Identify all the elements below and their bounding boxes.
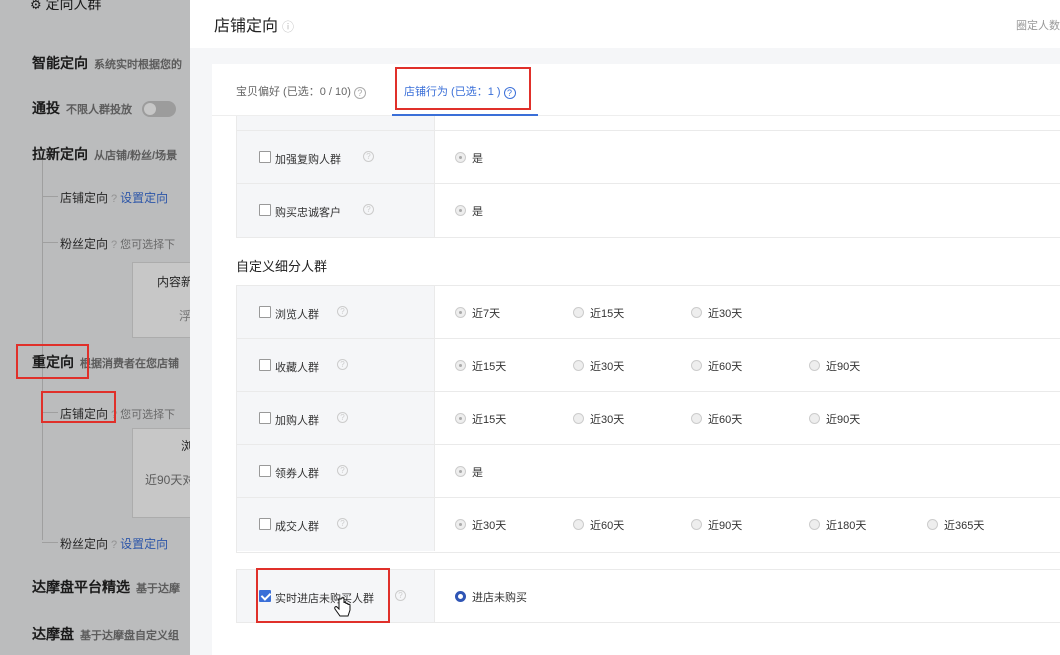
option-radio[interactable]: 近60天 — [691, 411, 742, 427]
option-radio[interactable]: 近30天 — [691, 305, 742, 321]
store-behavior-table: 加强复购人群 ? 是 购买忠诚客户 ? 是 — [236, 116, 1060, 238]
table-row: 实时进店未购买人群 ? 进店未购买 — [237, 570, 1060, 622]
target-card: 宝贝偏好 (已选：0 / 10)? 店铺行为 (已选：1 )? 加强复购人群 ?… — [212, 64, 1060, 655]
loyal-customer-checkbox[interactable] — [259, 204, 271, 216]
help-icon: ? — [111, 193, 118, 205]
store-target-set-link[interactable]: 设置定向 — [120, 191, 168, 205]
left-config-panel: ⚙ 定向人群 智能定向 系统实时根据您的 通投 不限人群投放 拉新定向 从店铺/粉丝/… — [0, 0, 202, 655]
help-icon: ? — [353, 87, 366, 99]
help-icon: ? — [363, 204, 374, 215]
retarget-fans-set-link[interactable]: 设置定向 — [120, 537, 168, 551]
option-radio[interactable]: 近365天 — [927, 517, 984, 533]
realtime-table: 实时进店未购买人群 ? 进店未购买 — [236, 569, 1060, 623]
add-cart-checkbox[interactable] — [259, 412, 271, 424]
store-target-drawer: 店铺定向 ⓘ 圈定人数 宝贝偏好 (已选：0 / 10)? 店铺行为 (已选：1 … — [190, 0, 1060, 655]
help-icon: ? — [337, 306, 348, 317]
option-radio[interactable]: 近90天 — [809, 411, 860, 427]
general-target-row[interactable]: 通投 不限人群投放 — [32, 98, 176, 118]
repurchase-checkbox[interactable] — [259, 151, 271, 163]
option-radio[interactable]: 是 — [455, 203, 483, 219]
table-row: 领券人群 ? 是 — [237, 445, 1060, 498]
table-row: 购买忠诚客户 ? 是 — [237, 184, 1060, 237]
option-radio[interactable]: 近30天 — [455, 517, 506, 533]
realtime-checkbox[interactable] — [259, 590, 271, 602]
retarget-fans-item: 粉丝定向? 设置定向 — [60, 537, 169, 551]
fans-target-item: 粉丝定向? 您可选择下 — [60, 237, 176, 251]
coupon-checkbox[interactable] — [259, 465, 271, 477]
help-icon: ? — [337, 359, 348, 370]
custom-segment-table: 浏览人群 ? 近7天 近15天 近30天 收藏人群 ? 近15天 近30天 近6… — [236, 285, 1060, 553]
drawer-header: 店铺定向 ⓘ 圈定人数 — [190, 0, 1060, 48]
realtime-option-radio[interactable]: 进店未购买 — [455, 589, 527, 605]
table-row: 浏览人群 ? 近7天 近15天 近30天 — [237, 286, 1060, 339]
favorite-checkbox[interactable] — [259, 359, 271, 371]
acquire-target-row[interactable]: 拉新定向 从店铺/粉丝/场景 — [32, 144, 177, 164]
general-target-toggle[interactable] — [141, 101, 176, 118]
left-top-label: ⚙ 定向人群 — [30, 0, 102, 14]
damo-platform-row[interactable]: 达摩盘平台精选 基于达摩 — [32, 577, 180, 597]
option-radio[interactable]: 近30天 — [573, 411, 624, 427]
option-radio[interactable]: 近15天 — [455, 358, 506, 374]
option-radio[interactable]: 近60天 — [573, 517, 624, 533]
option-radio[interactable]: 近15天 — [573, 305, 624, 321]
table-row: 加强复购人群 ? 是 — [237, 131, 1060, 184]
help-icon: ? — [111, 539, 118, 551]
audience-count-label: 圈定人数 — [1016, 20, 1060, 32]
retarget-row[interactable]: 重定向 根据消费者在您店铺 — [32, 352, 179, 372]
people-icon: ⚙ — [30, 0, 42, 12]
table-row — [237, 116, 1060, 131]
option-radio[interactable]: 近90天 — [809, 358, 860, 374]
tabs: 宝贝偏好 (已选：0 / 10)? 店铺行为 (已选：1 )? — [212, 64, 1060, 116]
smart-target-row[interactable]: 智能定向 系统实时根据您的 — [32, 53, 182, 73]
custom-segment-title: 自定义细分人群 — [236, 259, 328, 274]
tab-item-preference[interactable]: 宝贝偏好 (已选：0 / 10)? — [236, 83, 366, 99]
purchase-checkbox[interactable] — [259, 518, 271, 530]
help-icon: ? — [503, 87, 516, 99]
drawer-title: 店铺定向 ⓘ — [214, 18, 295, 35]
help-icon: ? — [337, 518, 348, 529]
help-icon: ? — [337, 465, 348, 476]
browse-checkbox[interactable] — [259, 306, 271, 318]
help-icon: ? — [363, 151, 374, 162]
option-radio[interactable]: 近60天 — [691, 358, 742, 374]
option-radio[interactable]: 近180天 — [809, 517, 866, 533]
help-icon: ? — [337, 412, 348, 423]
option-radio[interactable]: 近15天 — [455, 411, 506, 427]
option-radio[interactable]: 近7天 — [455, 305, 500, 321]
option-radio[interactable]: 是 — [455, 464, 483, 480]
option-radio[interactable]: 近90天 — [691, 517, 742, 533]
table-row: 成交人群 ? 近30天 近60天 近90天 近180天 近365天 — [237, 498, 1060, 551]
table-row: 收藏人群 ? 近15天 近30天 近60天 近90天 — [237, 339, 1060, 392]
help-icon: ⓘ — [282, 20, 295, 34]
tab-store-behavior[interactable]: 店铺行为 (已选：1 )? — [404, 83, 516, 99]
help-icon: ? — [395, 590, 406, 601]
help-icon: ? — [111, 239, 118, 251]
store-target-item: 店铺定向? 设置定向 — [60, 191, 169, 205]
damo-row[interactable]: 达摩盘 基于达摩盘自定义组 — [32, 624, 179, 644]
option-radio[interactable]: 近30天 — [573, 358, 624, 374]
option-radio[interactable]: 是 — [455, 150, 483, 166]
table-row: 加购人群 ? 近15天 近30天 近60天 近90天 — [237, 392, 1060, 445]
help-icon: ? — [111, 409, 118, 421]
retarget-store-item[interactable]: 店铺定向? 您可选择下 — [60, 405, 175, 422]
